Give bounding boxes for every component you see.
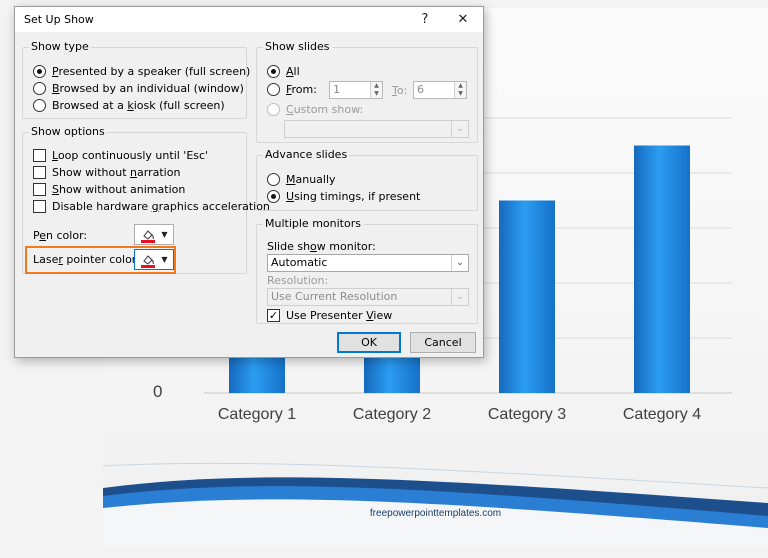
checkbox-without-animation[interactable]: Show without animation: [33, 183, 185, 196]
show-options-group: Show options Loop continuously until 'Es…: [22, 125, 270, 274]
chevron-down-icon: ⌄: [451, 255, 468, 271]
checkbox[interactable]: [33, 166, 46, 179]
radio-using-timings[interactable]: Using timings, if present: [267, 190, 420, 203]
help-button[interactable]: ?: [411, 9, 439, 31]
category-label-3: Category 3: [487, 406, 567, 423]
bar-3: [499, 200, 555, 393]
footer-wave: [103, 462, 768, 548]
radio-button[interactable]: [33, 99, 46, 112]
resolution-dropdown[interactable]: Use Current Resolution ⌄: [267, 288, 469, 306]
checkbox-presenter-view[interactable]: ✓ Use Presenter View: [267, 309, 392, 322]
radio-button[interactable]: [33, 65, 46, 78]
option-label: Browsed at a kiosk (full screen): [52, 99, 225, 112]
laser-pointer-color-button[interactable]: ▼: [134, 249, 174, 270]
checkbox-label: Show without narration: [52, 166, 181, 179]
radio-button[interactable]: [267, 190, 280, 203]
checkbox-label: Show without animation: [52, 183, 186, 196]
checkbox-checked-icon[interactable]: ✓: [267, 309, 280, 322]
slide-show-monitor-label: Slide show monitor:: [267, 240, 376, 253]
option-label: Custom show:: [286, 103, 364, 116]
cancel-button[interactable]: Cancel: [410, 332, 476, 353]
stepper-arrows-icon[interactable]: ▲ ▼: [370, 82, 382, 98]
radio-button[interactable]: [267, 65, 280, 78]
from-slide-stepper[interactable]: 1 ▲ ▼: [329, 81, 383, 99]
radio-all-slides[interactable]: All: [267, 65, 300, 78]
set-up-show-dialog: Set Up Show ? ✕ Show type Presented by a…: [14, 6, 484, 358]
slide-show-monitor-value: Automatic: [271, 256, 328, 269]
ok-button[interactable]: OK: [337, 332, 401, 353]
category-label-4: Category 4: [622, 406, 702, 423]
advance-slides-title: Advance slides: [263, 148, 350, 161]
radio-button[interactable]: [267, 83, 280, 96]
dialog-title: Set Up Show: [24, 13, 94, 26]
close-icon[interactable]: ✕: [449, 9, 477, 31]
to-label: To:: [392, 84, 408, 97]
multiple-monitors-title: Multiple monitors: [263, 217, 363, 230]
option-label: Manually: [286, 173, 336, 186]
show-type-title: Show type: [29, 40, 91, 53]
show-slides-title: Show slides: [263, 40, 332, 53]
show-slides-group: Show slides All From: 1 ▲ ▼ To: 6 ▲ ▼ Cust…: [256, 40, 478, 143]
checkbox-disable-hw-acceleration[interactable]: Disable hardware graphics acceleration: [33, 200, 270, 213]
checkbox[interactable]: [33, 149, 46, 162]
radio-browsed-by-individual[interactable]: Browsed by an individual (window): [33, 82, 244, 95]
paint-bucket-icon: [140, 252, 156, 268]
checkbox-loop-continuously[interactable]: Loop continuously until 'Esc': [33, 149, 208, 162]
footer-text: freepowerpointtemplates.com: [369, 508, 502, 519]
radio-from-slides[interactable]: From:: [267, 83, 317, 96]
checkbox-without-narration[interactable]: Show without narration: [33, 166, 180, 179]
chevron-down-icon: ▼: [161, 255, 168, 264]
advance-slides-group: Advance slides Manually Using timings, i…: [256, 148, 478, 211]
chevron-down-icon: ⌄: [451, 121, 468, 137]
checkbox[interactable]: [33, 200, 46, 213]
radio-button[interactable]: [33, 82, 46, 95]
custom-show-dropdown[interactable]: ⌄: [284, 120, 469, 138]
to-slide-value: 6: [417, 83, 424, 96]
option-label: Presented by a speaker (full screen): [52, 65, 251, 78]
radio-custom-show[interactable]: Custom show:: [267, 103, 363, 116]
y-axis-tick-label: 0: [153, 382, 163, 401]
checkbox-label: Use Presenter View: [286, 309, 393, 322]
paint-bucket-icon: [140, 227, 156, 243]
checkbox-label: Loop continuously until 'Esc': [52, 149, 209, 162]
title-bar: Set Up Show ? ✕: [15, 7, 483, 33]
slide-show-monitor-dropdown[interactable]: Automatic ⌄: [267, 254, 469, 272]
checkbox[interactable]: [33, 183, 46, 196]
radio-manually[interactable]: Manually: [267, 173, 336, 186]
option-label: Using timings, if present: [286, 190, 421, 203]
laser-pointer-color-label: Laser pointer color:: [33, 253, 140, 266]
chevron-down-icon: ▼: [161, 230, 168, 239]
pen-color-button[interactable]: ▼: [134, 224, 174, 245]
show-options-title: Show options: [29, 125, 107, 138]
stepper-arrows-icon[interactable]: ▲ ▼: [454, 82, 466, 98]
to-slide-stepper[interactable]: 6 ▲ ▼: [413, 81, 467, 99]
option-label: All: [286, 65, 300, 78]
show-type-group: Show type Presented by a speaker (full s…: [22, 40, 250, 119]
bar-4: [634, 145, 690, 393]
radio-presented-by-speaker[interactable]: Presented by a speaker (full screen): [33, 65, 250, 78]
radio-browsed-at-kiosk[interactable]: Browsed at a kiosk (full screen): [33, 99, 225, 112]
multiple-monitors-group: Multiple monitors Slide show monitor: Au…: [256, 217, 478, 324]
from-slide-value: 1: [333, 83, 340, 96]
radio-button[interactable]: [267, 103, 280, 116]
option-label: From:: [286, 83, 317, 96]
category-label-2: Category 2: [352, 406, 432, 423]
resolution-label: Resolution:: [267, 274, 329, 287]
radio-button[interactable]: [267, 173, 280, 186]
checkbox-label: Disable hardware graphics acceleration: [52, 200, 270, 213]
option-label: Browsed by an individual (window): [52, 82, 244, 95]
category-label-1: Category 1: [217, 406, 297, 423]
chevron-down-icon: ⌄: [451, 289, 468, 305]
resolution-value: Use Current Resolution: [271, 290, 398, 303]
pen-color-label: Pen color:: [33, 229, 88, 242]
